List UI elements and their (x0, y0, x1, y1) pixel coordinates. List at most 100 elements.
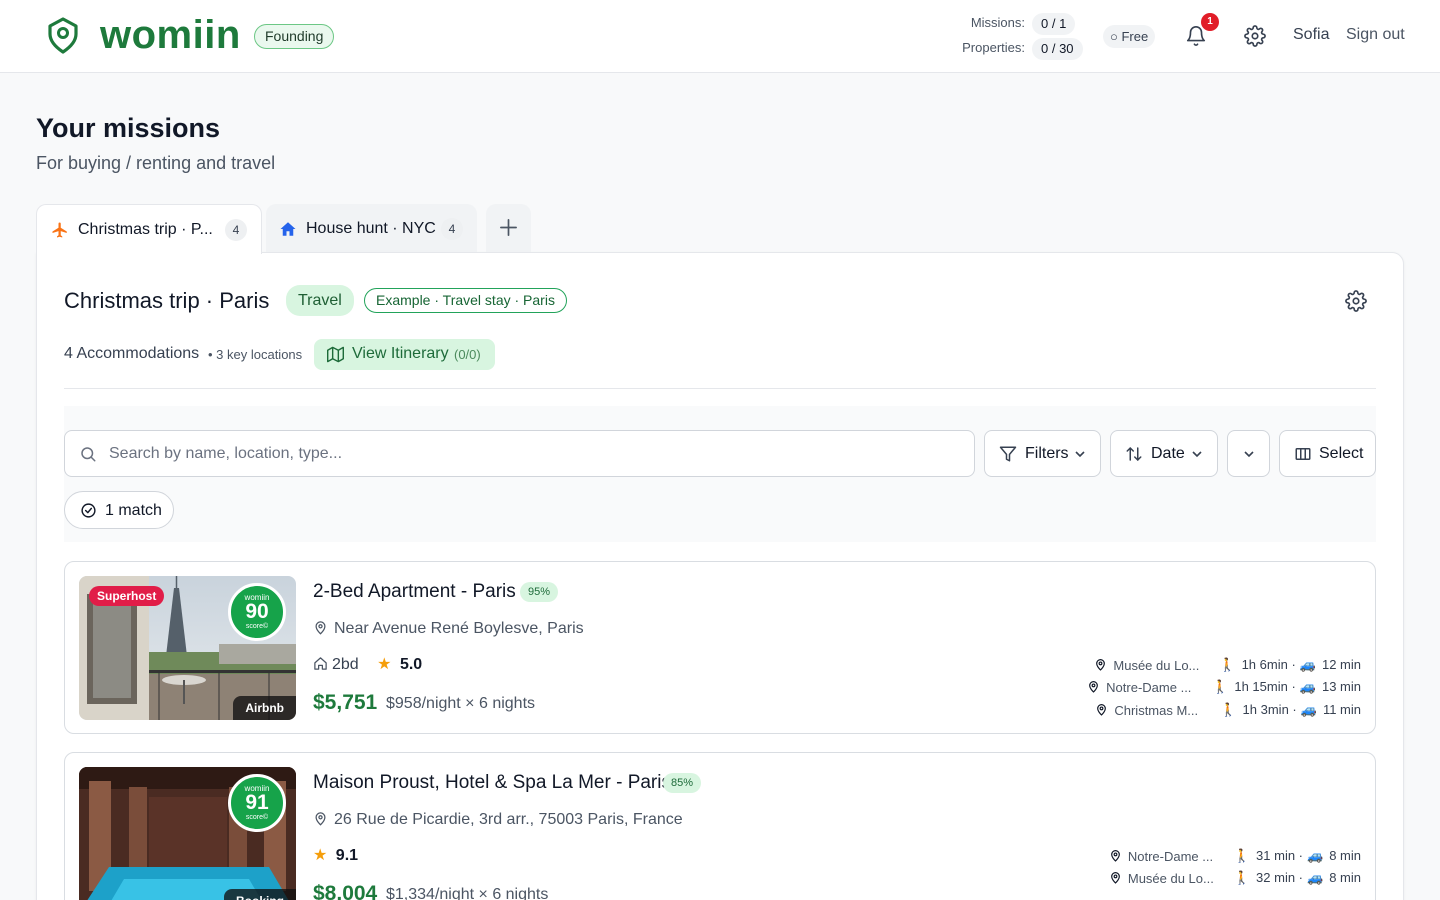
location-pin-icon (1089, 681, 1099, 693)
car-icon: 🚙 (1307, 848, 1324, 863)
car-icon: 🚙 (1307, 870, 1324, 885)
mission-title: Christmas trip · Paris (64, 288, 270, 313)
itinerary-count: (0/0) (454, 347, 481, 362)
total-price: $8,004 (313, 882, 378, 900)
superhost-badge: Superhost (89, 586, 165, 606)
brand-wordmark[interactable]: womiin (100, 13, 241, 57)
page-subtitle: For buying / renting and travel (36, 153, 276, 173)
location-pin-icon (1110, 850, 1120, 862)
listing-meta: ★ 9.1 (313, 845, 358, 865)
page-title: Your missions (36, 113, 221, 143)
listing-card[interactable]: Superhost womiin 90 score© Airbnb 2-Bed … (64, 561, 1376, 734)
star-icon: ★ (377, 656, 392, 673)
walking-icon: 🚶 (1233, 870, 1251, 885)
house-outline-icon (314, 657, 327, 670)
tab-count-badge: 4 (225, 219, 247, 241)
user-name-link[interactable]: Sofia (1293, 26, 1329, 44)
listing-address: Near Avenue René Boylesve, Paris (313, 620, 584, 638)
sort-arrows-icon (1126, 447, 1142, 461)
nightly-price: $958/night × 6 nights (386, 695, 536, 712)
star-icon: ★ (313, 847, 328, 864)
tab-label: House hunt · NYC (306, 220, 436, 237)
missions-quota: 0 / 1 (1032, 13, 1076, 35)
car-icon: 🚙 (1299, 679, 1316, 694)
key-locations-count: • 3 key locations (208, 347, 303, 362)
add-mission-tab-button[interactable] (486, 204, 531, 254)
walking-icon: 🚶 (1219, 657, 1236, 672)
chevron-down-icon (1192, 451, 1202, 458)
total-price: $5,751 (313, 691, 378, 714)
listing-photo[interactable]: womiin 91 score© Booking (79, 767, 296, 900)
logo-pin-icon[interactable] (47, 16, 79, 54)
distance-row: Christmas M... 🚶 1h 3min · 🚙 11 min (1095, 702, 1361, 722)
free-tier-badge[interactable]: ○ Free (1103, 25, 1156, 48)
listing-meta: 2bd ★ 5.0 (313, 654, 422, 674)
search-input[interactable] (109, 441, 949, 467)
select-mode-button[interactable]: Select (1279, 430, 1376, 477)
accommodations-count: 4 Accommodations (64, 345, 200, 362)
mission-type-tag: Travel (286, 285, 354, 316)
columns-icon (1295, 448, 1311, 460)
chevron-down-icon (1075, 451, 1085, 458)
walking-icon: 🚶 (1233, 848, 1251, 863)
settings-gear-icon[interactable] (1244, 25, 1266, 47)
listing-photo[interactable]: Superhost womiin 90 score© Airbnb (79, 576, 296, 720)
sign-out-link[interactable]: Sign out (1346, 26, 1405, 44)
distance-row: Musée du Lo... 🚶 1h 6min · 🚙 12 min (1094, 657, 1361, 677)
listing-title[interactable]: 2-Bed Apartment - Paris (313, 581, 516, 603)
view-itinerary-button[interactable]: View Itinerary (0/0) (314, 339, 495, 370)
match-percentage-badge: 85% (663, 773, 702, 793)
sort-label: Date (1151, 445, 1185, 462)
sort-date-button[interactable]: Date (1110, 430, 1218, 477)
notification-count-badge: 1 (1201, 13, 1219, 31)
match-count-chip[interactable]: 1 match (64, 491, 174, 529)
womiin-score-badge: womiin 90 score© (228, 583, 286, 641)
distance-row: Musée du Lo... 🚶 32 min · 🚙 8 min (1109, 870, 1361, 890)
car-icon: 🚙 (1300, 702, 1317, 717)
properties-quota: 0 / 30 (1032, 38, 1083, 60)
view-itinerary-label: View Itinerary (352, 345, 449, 362)
sort-direction-button[interactable] (1227, 430, 1270, 477)
top-navigation-bar: womiin Founding Missions: 0 / 1 Properti… (0, 0, 1440, 73)
properties-label: Properties: (962, 40, 1025, 55)
location-pin-icon (315, 812, 326, 826)
match-percentage-badge: 95% (520, 582, 559, 602)
walking-icon: 🚶 (1212, 679, 1229, 694)
filters-label: Filters (1025, 445, 1069, 462)
listing-address: 26 Rue de Picardie, 3rd arr., 75003 Pari… (313, 811, 683, 829)
filters-button[interactable]: Filters (984, 430, 1101, 477)
rating-value: 5.0 (399, 656, 423, 673)
location-pin-icon (1097, 704, 1107, 716)
section-divider (64, 388, 1376, 389)
missions-label: Missions: (970, 15, 1025, 30)
womiin-score-badge: womiin 91 score© (228, 774, 286, 832)
location-pin-icon (1096, 659, 1106, 671)
tab-label: Christmas trip · P... (78, 221, 213, 238)
listing-source-label: Airbnb (233, 696, 296, 720)
chevron-down-icon (1244, 451, 1254, 458)
airplane-icon (52, 222, 67, 238)
match-count-label: 1 match (105, 502, 162, 519)
check-circle-icon (81, 503, 96, 518)
location-pin-icon (1110, 872, 1120, 884)
location-pin-icon (315, 621, 326, 635)
distance-row: Notre-Dame ... 🚶 31 min · 🚙 8 min (1109, 848, 1361, 868)
mission-settings-gear-icon[interactable] (1345, 290, 1367, 312)
tab-count-badge: 4 (441, 218, 463, 240)
map-icon (327, 346, 344, 363)
walking-icon: 🚶 (1220, 702, 1237, 717)
funnel-icon (999, 446, 1017, 462)
listing-card[interactable]: womiin 91 score© Booking Maison Proust, … (64, 752, 1376, 900)
tab-house-hunt[interactable]: House hunt · NYC 4 (266, 204, 477, 254)
select-label: Select (1319, 445, 1364, 462)
search-box[interactable] (64, 430, 975, 477)
car-icon: 🚙 (1299, 657, 1316, 672)
rating-value: 9.1 (335, 847, 359, 864)
distance-row: Notre-Dame ... 🚶 1h 15min · 🚙 13 min (1087, 679, 1361, 699)
plus-icon (500, 219, 517, 236)
tab-christmas-trip[interactable]: Christmas trip · P... 4 (36, 204, 262, 254)
founding-badge: Founding (254, 24, 335, 49)
listing-title[interactable]: Maison Proust, Hotel & Spa La Mer - Pari… (313, 772, 671, 794)
nightly-price: $1,334/night × 6 nights (386, 886, 549, 900)
house-icon (280, 222, 296, 236)
